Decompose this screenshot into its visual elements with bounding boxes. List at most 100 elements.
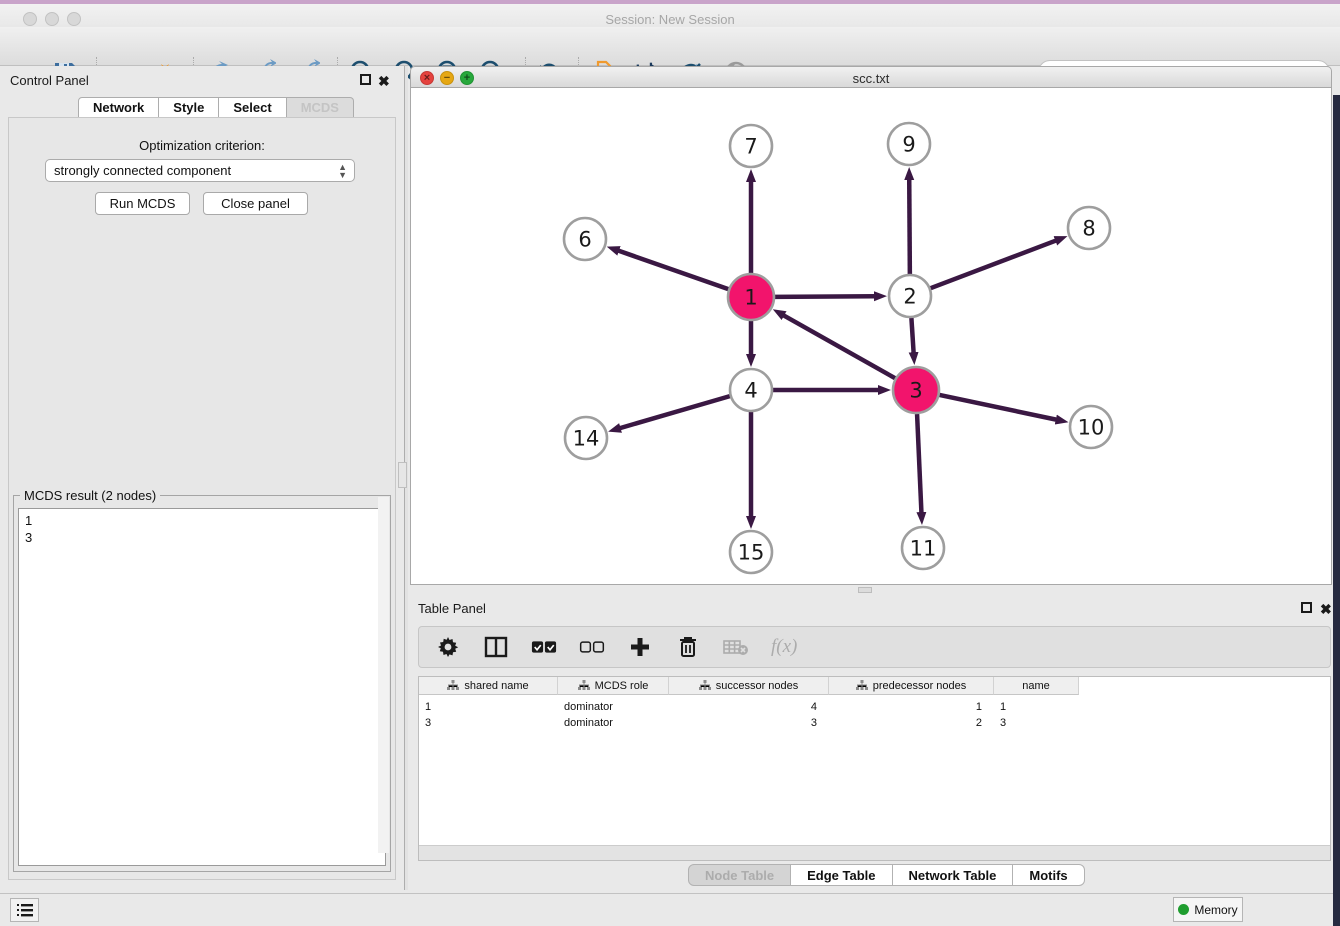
close-panel-button[interactable]: Close panel [203, 192, 308, 215]
cell-predecessor-nodes[interactable]: 2 [829, 715, 994, 731]
column-type-icon [856, 680, 868, 691]
split-panel-icon[interactable] [483, 634, 509, 660]
graph-node-label: 4 [744, 378, 757, 402]
control-panel: Control Panel ✖ Network Style Select MCD… [0, 66, 404, 890]
window-title: Session: New Session [0, 12, 1340, 27]
graph-edge-2-3[interactable] [911, 318, 913, 353]
column-settings-icon[interactable] [435, 634, 461, 660]
graph-node-label: 1 [744, 285, 757, 309]
dropdown-selected-value: strongly connected component [54, 163, 231, 178]
network-window-titlebar[interactable]: × − + scc.txt [410, 66, 1332, 88]
delete-table-icon [723, 634, 749, 660]
graph-edge-3-11[interactable] [917, 414, 921, 513]
optimization-criterion-select[interactable]: strongly connected component ▲▼ [45, 159, 355, 182]
control-panel-tabs: Network Style Select MCDS [78, 97, 354, 118]
status-bar: Memory [0, 893, 1340, 926]
panel-divider-grip[interactable] [398, 462, 407, 488]
float-panel-icon[interactable] [360, 74, 373, 87]
task-history-button[interactable] [10, 898, 39, 922]
graph-node-label: 9 [902, 132, 915, 156]
graph-node-label: 7 [744, 134, 757, 158]
graph-edge-3-1[interactable] [783, 315, 895, 378]
cell-successor-nodes[interactable]: 3 [669, 715, 829, 731]
close-panel-icon[interactable]: ✖ [378, 73, 391, 86]
result-scrollbar[interactable] [378, 497, 389, 853]
column-type-icon [699, 680, 711, 691]
select-all-icon[interactable] [531, 634, 557, 660]
cell-name[interactable]: 1 [994, 699, 1079, 715]
cell-mcds-role[interactable]: dominator [558, 715, 669, 731]
list-icon [17, 903, 33, 917]
graph-node-label: 14 [573, 426, 600, 450]
table-panel-title: Table Panel [418, 601, 486, 616]
run-mcds-button[interactable]: Run MCDS [95, 192, 190, 215]
optimization-criterion-label: Optimization criterion: [9, 138, 395, 153]
memory-status-icon [1178, 904, 1189, 915]
desktop-background [1333, 95, 1340, 926]
table-header-row: shared name MCDS role successor nodes pr… [419, 677, 1079, 695]
cell-successor-nodes[interactable]: 4 [669, 699, 829, 715]
main-toolbar [0, 27, 1340, 66]
function-builder-icon: f(x) [771, 636, 797, 658]
column-header-predecessor-nodes[interactable]: predecessor nodes [829, 677, 994, 695]
tab-select[interactable]: Select [219, 97, 286, 118]
column-header-shared-name[interactable]: shared name [419, 677, 558, 695]
table-tabs: Node Table Edge Table Network Table Moti… [688, 864, 1085, 886]
network-window-title: scc.txt [411, 71, 1331, 86]
table-horizontal-scrollbar[interactable] [419, 845, 1330, 860]
mcds-panel-body: Optimization criterion: strongly connect… [8, 117, 396, 880]
column-header-successor-nodes[interactable]: successor nodes [669, 677, 829, 695]
graph-node-label: 3 [909, 378, 922, 402]
cell-mcds-role[interactable]: dominator [558, 699, 669, 715]
column-header-name[interactable]: name [994, 677, 1079, 695]
cell-shared-name[interactable]: 1 [419, 699, 558, 715]
tab-network[interactable]: Network [78, 97, 159, 118]
memory-label: Memory [1194, 903, 1237, 917]
graph-edge-1-2[interactable] [775, 296, 875, 297]
mcds-result-title: MCDS result (2 nodes) [20, 488, 160, 503]
table-row[interactable]: 3 dominator 3 2 3 [419, 715, 1079, 731]
horizontal-divider-grip[interactable] [858, 587, 872, 593]
tab-style[interactable]: Style [159, 97, 219, 118]
graph-node-label: 2 [903, 284, 916, 308]
network-graph[interactable]: 1 2 3 4 6 7 8 9 10 11 14 15 [411, 88, 1331, 583]
mcds-result-textarea[interactable]: 1 3 [18, 508, 386, 866]
tab-node-table[interactable]: Node Table [688, 864, 791, 886]
mcds-result-group: MCDS result (2 nodes) 1 3 [13, 495, 391, 872]
app-titlebar: Session: New Session [0, 4, 1340, 27]
column-type-icon [447, 680, 459, 691]
add-column-icon[interactable] [627, 634, 653, 660]
chevron-updown-icon: ▲▼ [338, 163, 347, 179]
graph-edge-4-14[interactable] [620, 396, 730, 428]
column-header-mcds-role[interactable]: MCDS role [558, 677, 669, 695]
table-row[interactable]: 1 dominator 4 1 1 [419, 699, 1079, 715]
graph-edge-3-10[interactable] [939, 395, 1056, 420]
tab-network-table[interactable]: Network Table [893, 864, 1014, 886]
delete-column-icon[interactable] [675, 634, 701, 660]
network-canvas[interactable]: 1 2 3 4 6 7 8 9 10 11 14 15 [410, 88, 1332, 585]
tab-edge-table[interactable]: Edge Table [791, 864, 892, 886]
table-panel: Table Panel ✖ f(x) shared name [408, 595, 1333, 890]
cell-name[interactable]: 3 [994, 715, 1079, 731]
control-panel-title: Control Panel [10, 73, 89, 88]
cell-predecessor-nodes[interactable]: 1 [829, 699, 994, 715]
memory-button[interactable]: Memory [1173, 897, 1243, 922]
float-table-panel-icon[interactable] [1301, 602, 1314, 615]
close-table-panel-icon[interactable]: ✖ [1320, 601, 1333, 614]
cell-shared-name[interactable]: 3 [419, 715, 558, 731]
graph-node-label: 8 [1082, 216, 1095, 240]
graph-node-label: 6 [578, 227, 591, 251]
deselect-all-icon[interactable] [579, 634, 605, 660]
graph-edge-1-6[interactable] [618, 251, 728, 290]
network-window: × − + scc.txt 1 2 3 4 6 7 8 9 10 11 14 15 [410, 66, 1332, 585]
graph-node-label: 15 [738, 540, 765, 564]
column-type-icon [578, 680, 590, 691]
tab-mcds[interactable]: MCDS [287, 97, 354, 118]
graph-edge-2-8[interactable] [931, 240, 1057, 288]
table-toolbar: f(x) [418, 626, 1331, 668]
graph-node-label: 11 [910, 536, 937, 560]
tab-motifs[interactable]: Motifs [1013, 864, 1084, 886]
graph-edge-2-9[interactable] [909, 179, 910, 274]
node-table: shared name MCDS role successor nodes pr… [418, 676, 1331, 861]
graph-node-label: 10 [1078, 415, 1105, 439]
